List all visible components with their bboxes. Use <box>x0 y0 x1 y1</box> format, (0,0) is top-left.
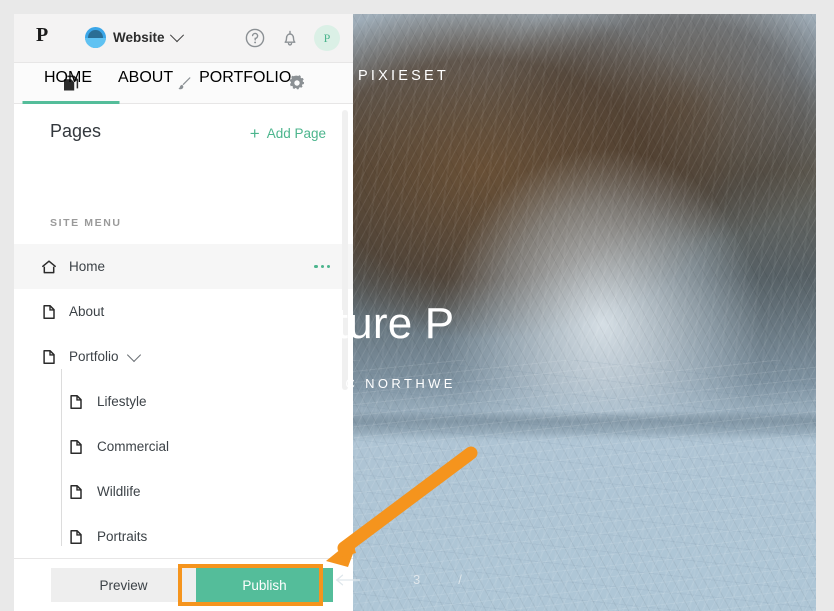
site-switcher[interactable]: Website <box>85 27 184 48</box>
home-icon <box>42 259 56 273</box>
editor-footer: Preview Publish <box>14 558 353 611</box>
page-icon <box>43 304 55 319</box>
preview-button[interactable]: Preview <box>51 568 196 602</box>
pages-header: Pages + Add Page <box>14 104 353 166</box>
plus-icon: + <box>249 124 260 143</box>
page-list: Home About Portfolio Lifestyle Commercia… <box>14 244 353 559</box>
slide-separator: / <box>458 572 462 587</box>
site-nav-links: HOME ABOUT PORTFOLIO <box>44 69 291 87</box>
sidebar-item-label: Portfolio <box>69 349 119 364</box>
add-page-label: Add Page <box>266 126 326 141</box>
site-menu-section-label: SITE MENU <box>50 217 122 229</box>
page-icon <box>70 394 82 409</box>
app-topbar: P Website P <box>14 14 353 63</box>
pixieset-logo-icon <box>85 27 106 48</box>
sidebar-item-label: Lifestyle <box>97 394 147 409</box>
sidebar-item-label: Portraits <box>97 529 148 544</box>
site-brand-name[interactable]: PIXIESET <box>358 68 449 84</box>
nav-link-home[interactable]: HOME <box>44 69 92 87</box>
nav-link-about[interactable]: ABOUT <box>118 69 173 87</box>
sidebar-item-home[interactable]: Home <box>14 244 353 289</box>
site-switcher-label: Website <box>113 30 165 45</box>
chevron-down-icon <box>169 27 184 42</box>
screenshot-root: P Website P Pages + Add Page SITE MENU H… <box>0 0 834 611</box>
nav-link-portfolio[interactable]: PORTFOLIO <box>199 69 291 87</box>
page-title: Pages <box>50 121 102 141</box>
slide-current-number: 3 <box>413 572 421 587</box>
page-icon <box>70 439 82 454</box>
publish-button[interactable]: Publish <box>196 568 333 602</box>
sidebar-item-label: Wildlife <box>97 484 141 499</box>
hero-subtitle: PACIFIC NORTHWE <box>284 376 456 391</box>
add-page-button[interactable]: + Add Page <box>249 124 326 143</box>
page-icon <box>43 349 55 364</box>
sidebar-item-portraits[interactable]: Portraits <box>14 514 353 559</box>
sidebar-item-commercial[interactable]: Commercial <box>14 424 353 469</box>
sidebar-item-wildlife[interactable]: Wildlife <box>14 469 353 514</box>
arrow-left-icon[interactable] <box>335 573 361 587</box>
sidebar-item-label: Commercial <box>97 439 170 454</box>
chevron-down-icon[interactable] <box>126 347 141 362</box>
avatar[interactable]: P <box>314 25 340 51</box>
topbar-actions: P <box>244 25 340 51</box>
sidebar-item-label: Home <box>69 259 106 274</box>
page-icon <box>70 484 82 499</box>
page-icon <box>70 529 82 544</box>
help-circle-icon[interactable] <box>244 27 266 49</box>
sidebar-item-label: About <box>69 304 105 319</box>
pixieset-brand-logo[interactable]: P <box>36 24 48 47</box>
page-options-menu-icon[interactable] <box>314 264 330 269</box>
bell-icon[interactable] <box>279 27 301 49</box>
hero-title: Adventure P <box>210 299 455 348</box>
slideshow-controls: 3 / <box>335 572 462 587</box>
